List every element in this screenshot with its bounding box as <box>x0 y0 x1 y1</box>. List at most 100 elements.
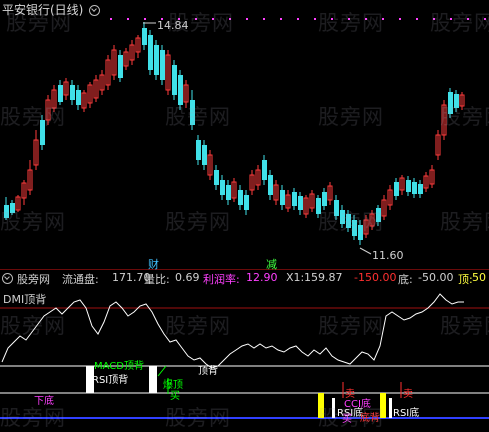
candle-body-down <box>406 180 411 192</box>
candle-body-down <box>190 100 195 125</box>
candle-body-down <box>220 180 225 195</box>
candle-body-down <box>142 28 147 45</box>
candle-body-down <box>118 55 123 78</box>
top-dotted-marker <box>229 18 231 20</box>
candle-body-down <box>448 92 453 114</box>
candle-body-down <box>58 85 63 102</box>
top-dotted-marker <box>246 18 248 20</box>
top-dotted-marker <box>212 18 214 20</box>
indicator-header: 股旁网 流通盘: 171.70 量比: 0.69 利润率: 12.90 X1: … <box>0 270 489 286</box>
indicator-plot[interactable] <box>0 286 489 423</box>
top-dotted-marker <box>450 18 452 20</box>
candle-body-down <box>238 190 243 205</box>
top-dotted-marker <box>331 18 333 20</box>
top-dotted-marker <box>365 18 367 20</box>
buy-arrow <box>157 365 167 377</box>
candle-body-down <box>334 200 339 216</box>
lirun-label: 利润率: <box>203 273 240 286</box>
sell-signal-2: 卖 <box>403 389 413 400</box>
candle-body-down <box>172 65 177 95</box>
liutong-label: 流通盘: <box>62 273 99 286</box>
top-dotted-marker <box>297 18 299 20</box>
stock-title: 平安银行(日线) <box>2 3 84 17</box>
candle-body-down <box>202 145 207 165</box>
price-chart[interactable] <box>0 0 489 270</box>
top-dotted-marker <box>144 18 146 20</box>
dmi-top-label: DMI顶背 <box>3 293 47 306</box>
candle-body-down <box>262 160 267 180</box>
liangbi-value: 0.69 <box>175 271 200 284</box>
candle-body-down <box>352 220 357 236</box>
candle-body-down <box>322 192 327 206</box>
candle-body-down <box>40 120 45 145</box>
top-dotted-marker <box>110 18 112 20</box>
chevron-down-icon[interactable] <box>89 5 101 16</box>
candle-body-down <box>316 198 321 214</box>
neg150-value: -150.00 <box>354 271 397 284</box>
candle-body-down <box>244 195 249 210</box>
signal-block <box>332 398 335 418</box>
indicator-line <box>1 293 464 369</box>
candle-body-down <box>160 50 165 80</box>
jian-marker[interactable]: 减 <box>266 256 277 272</box>
indicator-name: 股旁网 <box>17 273 50 286</box>
candlestick-chart[interactable] <box>0 0 489 270</box>
candle-body-down <box>346 214 351 228</box>
top-dotted-marker <box>348 18 350 20</box>
top-dotted-marker <box>467 18 469 20</box>
candle-body-down <box>358 225 363 240</box>
top-dotted-marker <box>314 18 316 20</box>
top-dotted-marker <box>280 18 282 20</box>
candle-body-down <box>454 94 459 108</box>
rsi-top-label: RSI顶背 <box>92 375 129 386</box>
xia-di-label: 下底 <box>34 396 54 407</box>
top-dotted-marker <box>433 18 435 20</box>
ding-value: 50 <box>472 271 486 284</box>
top-dotted-marker <box>399 18 401 20</box>
di-label: 底: <box>398 273 413 286</box>
signal-block <box>149 366 157 393</box>
candle-body-down <box>412 182 417 194</box>
top-dotted-marker <box>484 18 486 20</box>
x1-label: X1: <box>286 271 305 284</box>
bottom-div-label: 底背 <box>360 413 380 424</box>
candle-body-down <box>76 90 81 105</box>
low-pointer <box>359 247 372 255</box>
candle-body-down <box>268 175 273 195</box>
candle-body-down <box>196 140 201 160</box>
candle-body-down <box>298 196 303 210</box>
candle-body-down <box>376 208 381 222</box>
top-dotted-marker <box>416 18 418 20</box>
top-dotted-marker <box>127 18 129 20</box>
top-dotted-marker <box>382 18 384 20</box>
top-dotted-marker <box>195 18 197 20</box>
candle-body-down <box>4 205 9 218</box>
signal-block <box>389 398 392 418</box>
lirun-value: 12.90 <box>246 271 278 284</box>
candle-body-down <box>214 170 219 185</box>
candle-body-down <box>394 182 399 196</box>
candle-body-down <box>10 203 15 213</box>
candle-body-down <box>148 35 153 70</box>
candle-body-down <box>226 185 231 200</box>
indicator-chart[interactable] <box>0 286 489 423</box>
sell-signal-1: 卖 <box>345 389 355 400</box>
signal-block-yellow <box>380 393 386 418</box>
buy-signal-1: 买 <box>170 391 180 402</box>
top-dotted-marker <box>263 18 265 20</box>
di-value: -50.00 <box>418 271 454 284</box>
candle-body-down <box>154 45 159 75</box>
rsi-bottom-label-2: RSI底 <box>393 408 420 419</box>
candle-body-down <box>418 184 423 194</box>
signal-block-yellow <box>318 393 324 418</box>
ding-bei-label: 顶背 <box>198 366 218 377</box>
high-price-label: 14.84 <box>157 19 189 32</box>
chart-title[interactable]: 平安银行(日线) <box>2 1 101 18</box>
liangbi-label: 量比: <box>144 273 170 286</box>
candle-body-down <box>178 75 183 105</box>
x1-value: 159.87 <box>304 271 343 284</box>
candle-body-down <box>292 192 297 206</box>
cai-marker[interactable]: 财 <box>148 256 159 272</box>
candle-body-down <box>280 190 285 205</box>
candle-body-down <box>70 85 75 100</box>
